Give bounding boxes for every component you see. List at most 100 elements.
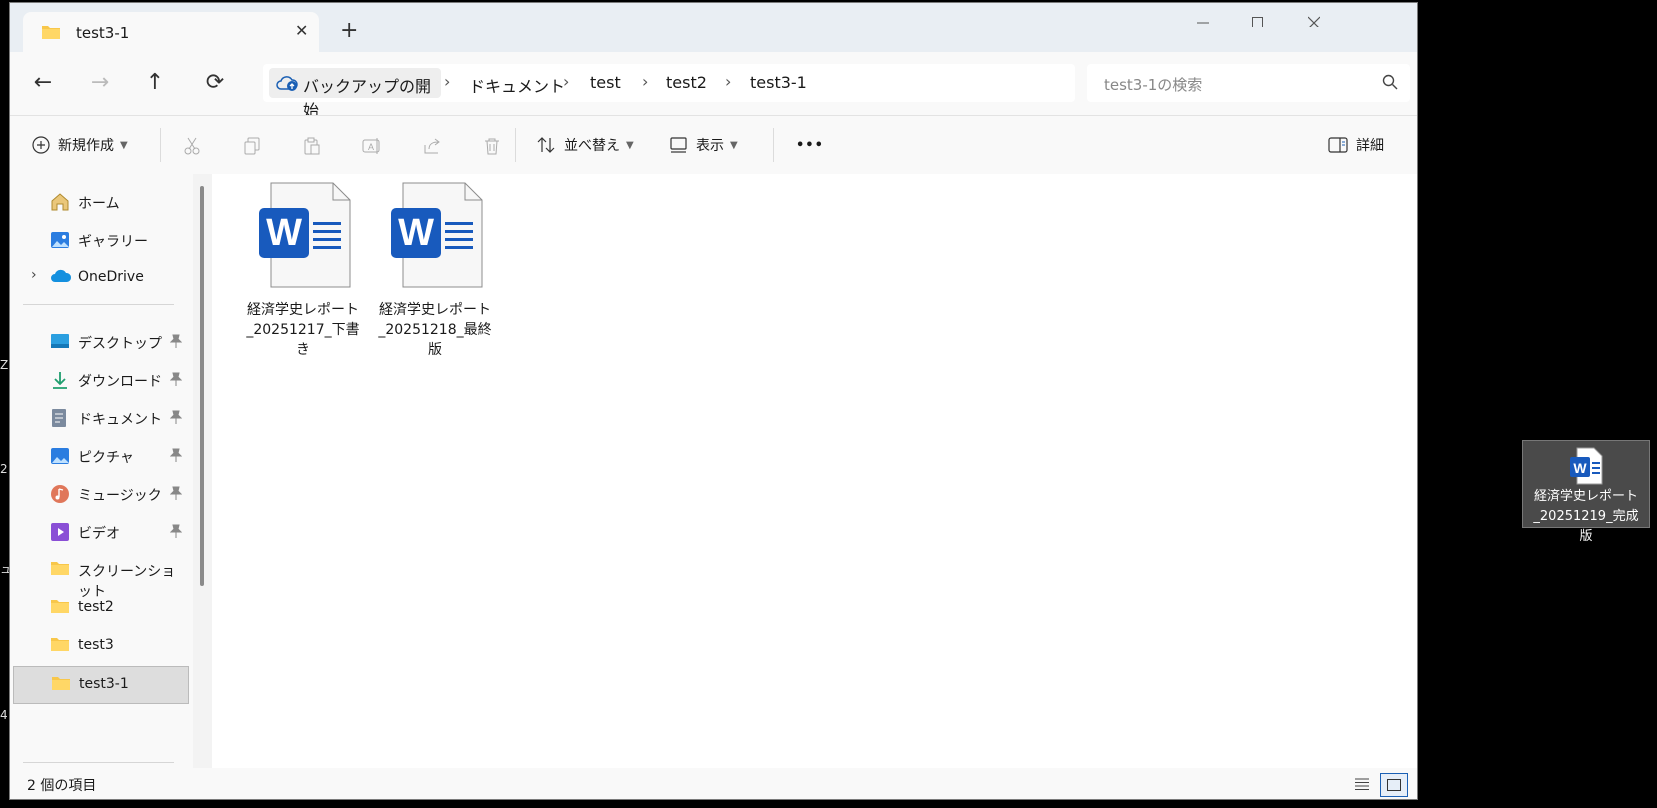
- sidebar-item-videos[interactable]: ビデオ: [13, 514, 187, 550]
- folder-icon: [52, 677, 70, 690]
- new-button[interactable]: 新規作成 ▼: [32, 130, 128, 160]
- breadcrumb-item: バックアップの開始: [303, 77, 432, 120]
- sidebar-item-desktop[interactable]: デスクトップ: [13, 324, 187, 360]
- file-item[interactable]: W 経済学史レポート_20251218_最終版: [377, 182, 493, 360]
- view-button-label: 表示: [696, 138, 724, 154]
- cut-button[interactable]: [180, 134, 204, 158]
- forward-button[interactable]: →: [85, 70, 115, 98]
- refresh-button[interactable]: ⟳: [200, 70, 230, 98]
- search-input[interactable]: test3-1の検索: [1104, 74, 1202, 95]
- sidebar-scrollbar[interactable]: [193, 174, 212, 768]
- sidebar-divider: [23, 304, 174, 305]
- download-icon: [53, 372, 67, 389]
- sidebar-item-label: ミュージック: [78, 488, 162, 504]
- breadcrumb-item[interactable]: ドキュメント: [469, 73, 565, 97]
- details-view-button[interactable]: [1349, 773, 1375, 795]
- details-pane-button[interactable]: 詳細: [1328, 130, 1384, 160]
- breadcrumb-separator[interactable]: ›: [563, 72, 569, 91]
- close-tab-icon[interactable]: ✕: [295, 21, 308, 40]
- breadcrumb-backup[interactable]: バックアップの開始: [269, 68, 441, 120]
- share-icon: [424, 138, 440, 154]
- sidebar-item-label: ダウンロード: [78, 374, 162, 390]
- chevron-down-icon: ▼: [730, 139, 738, 151]
- pin-icon[interactable]: [170, 524, 182, 538]
- maximize-button[interactable]: [1238, 11, 1278, 35]
- sort-button[interactable]: 並べ替え ▼: [536, 130, 634, 160]
- desktop-edge-text: 2: [0, 462, 8, 476]
- paste-button[interactable]: [300, 134, 324, 158]
- sidebar-item-onedrive[interactable]: › OneDrive: [13, 260, 187, 296]
- svg-text:W: W: [1573, 460, 1587, 476]
- delete-button[interactable]: [480, 134, 504, 158]
- pin-icon[interactable]: [170, 486, 182, 500]
- sidebar-item-gallery[interactable]: ギャラリー: [13, 222, 187, 258]
- rename-button[interactable]: A: [360, 134, 384, 158]
- sidebar-item-label: ホーム: [78, 196, 120, 212]
- pin-icon[interactable]: [170, 448, 182, 462]
- breadcrumb-separator[interactable]: ›: [725, 72, 731, 91]
- tab-test3-1[interactable]: test3-1 ✕: [23, 12, 319, 52]
- svg-text:A: A: [368, 142, 374, 152]
- more-icon: •••: [796, 137, 824, 153]
- cloud-backup-icon: [276, 76, 298, 91]
- sidebar-item-home[interactable]: ホーム: [13, 184, 187, 220]
- close-window-button[interactable]: [1294, 11, 1334, 35]
- file-name: 経済学史レポート_20251218_最終版: [378, 302, 492, 358]
- sidebar-item-test3-1[interactable]: test3-1: [13, 666, 189, 704]
- breadcrumb-item[interactable]: test: [590, 73, 621, 92]
- breadcrumb-item[interactable]: test3-1: [750, 73, 807, 92]
- word-doc-icon: W: [259, 182, 351, 288]
- large-icons-view-button[interactable]: [1380, 773, 1408, 797]
- search-box[interactable]: test3-1の検索: [1087, 64, 1410, 102]
- folder-icon: [42, 26, 60, 39]
- minimize-button[interactable]: [1183, 11, 1223, 35]
- desktop-file-item[interactable]: W 経済学史レポート_20251219_完成版: [1522, 440, 1650, 544]
- chevron-down-icon: ▼: [120, 139, 128, 151]
- status-bar: 2 個の項目: [10, 768, 1417, 799]
- sidebar-item-downloads[interactable]: ダウンロード: [13, 362, 187, 398]
- command-bar: 新規作成 ▼ A 並べ替え ▼ 表示 ▼ ••• 詳細: [10, 115, 1417, 175]
- gallery-icon: [51, 232, 69, 248]
- sidebar-item-label: ビデオ: [78, 526, 120, 542]
- address-bar[interactable]: バックアップの開始 › ドキュメント › test › test2 › test…: [263, 64, 1075, 120]
- sidebar-item-label: test2: [78, 599, 114, 615]
- sort-button-label: 並べ替え: [564, 138, 620, 154]
- sidebar-item-label: OneDrive: [78, 269, 144, 285]
- chevron-right-icon[interactable]: ›: [31, 267, 37, 283]
- pin-icon[interactable]: [170, 334, 182, 348]
- trash-icon: [485, 138, 499, 155]
- share-button[interactable]: [420, 134, 444, 158]
- copy-icon: [244, 137, 260, 155]
- chevron-down-icon: ▼: [626, 139, 634, 151]
- copy-button[interactable]: [240, 134, 264, 158]
- view-button[interactable]: 表示 ▼: [670, 130, 738, 160]
- sidebar-item-label: test3-1: [79, 676, 129, 692]
- sidebar-item-screenshots[interactable]: スクリーンショット: [13, 552, 187, 600]
- file-item[interactable]: W 経済学史レポート_20251217_下書き: [245, 182, 361, 360]
- rename-icon: A: [362, 138, 380, 154]
- desktop-file-name: 経済学史レポート_20251219_完成版: [1533, 489, 1639, 544]
- more-options-button[interactable]: •••: [796, 130, 824, 160]
- search-icon[interactable]: [1382, 74, 1398, 90]
- sidebar-item-label: ピクチャ: [78, 450, 134, 466]
- pin-icon[interactable]: [170, 410, 182, 424]
- sidebar-item-test3[interactable]: test3: [13, 628, 187, 664]
- svg-text:W: W: [266, 212, 302, 254]
- up-button[interactable]: ↑: [140, 70, 170, 98]
- sidebar-item-test2[interactable]: test2: [13, 590, 187, 626]
- sidebar-item-pictures[interactable]: ピクチャ: [13, 438, 187, 474]
- sidebar-item-music[interactable]: ミュージック: [13, 476, 187, 512]
- new-tab-button[interactable]: +: [340, 20, 358, 42]
- breadcrumb-separator[interactable]: ›: [444, 72, 450, 91]
- pin-icon[interactable]: [170, 372, 182, 386]
- sidebar-item-documents[interactable]: ドキュメント: [13, 400, 187, 436]
- sidebar-item-label: ギャラリー: [78, 234, 148, 250]
- back-button[interactable]: ←: [28, 70, 58, 98]
- breadcrumb-separator[interactable]: ›: [642, 72, 648, 91]
- maximize-icon: [1252, 17, 1263, 28]
- breadcrumb-item[interactable]: test2: [666, 73, 707, 92]
- pictures-icon: [51, 448, 69, 464]
- sidebar-divider: [23, 762, 174, 763]
- close-icon: [1307, 16, 1321, 30]
- scrollbar-thumb[interactable]: [200, 186, 204, 586]
